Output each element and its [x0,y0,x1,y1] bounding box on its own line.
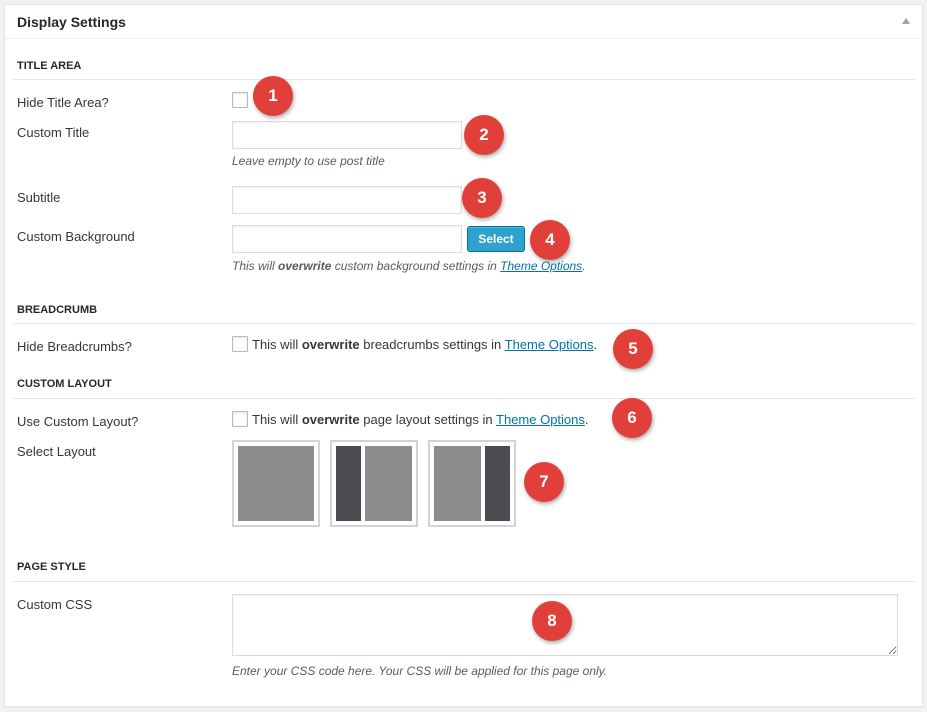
note-text: This will [252,337,302,352]
collapse-arrow-icon[interactable] [902,18,910,24]
use-custom-layout-checkbox[interactable] [232,411,248,427]
annotation-badge: 6 [612,398,652,438]
layout-sidebar-block [485,446,510,521]
section-divider [13,79,915,80]
section-breadcrumb: BREADCRUMB [17,304,98,316]
layout-full-width-option[interactable] [232,440,320,527]
subtitle-label: Subtitle [17,190,61,205]
use-custom-layout-label: Use Custom Layout? [17,414,139,429]
section-divider [13,581,915,582]
theme-options-link[interactable]: Theme Options [505,337,594,352]
note-bold: overwrite [301,337,360,352]
section-title-area: TITLE AREA [17,60,82,72]
layout-content-block [434,446,481,521]
hide-title-area-label: Hide Title Area? [17,95,109,110]
note-text: . [584,412,589,427]
custom-title-label: Custom Title [17,125,90,140]
layout-left-sidebar-option[interactable] [330,440,418,527]
annotation-badge: 7 [524,462,564,502]
annotation-badge: 5 [613,329,653,369]
layout-right-sidebar-option[interactable] [428,440,516,527]
layout-content-block [365,446,412,521]
note-text: . [593,337,598,352]
custom-background-label: Custom Background [17,229,135,244]
custom-css-hint: Enter your CSS code here. Your CSS will … [232,664,608,678]
annotation-badge: 1 [253,76,293,116]
annotation-badge: 3 [462,178,502,218]
hide-breadcrumbs-label: Hide Breadcrumbs? [17,339,132,354]
breadcrumb-note: This will overwrite breadcrumbs settings… [252,337,597,352]
hint-text: This will [232,259,279,273]
panel-title: Display Settings [17,14,126,30]
section-divider [13,398,915,399]
subtitle-input[interactable] [232,186,462,214]
section-divider [13,323,915,324]
hide-title-area-checkbox[interactable] [232,92,248,108]
select-background-button[interactable]: Select [467,226,525,252]
layout-content-block [238,446,314,521]
note-text: page layout settings in [359,412,497,427]
layout-sidebar-block [336,446,361,521]
custom-background-input[interactable] [232,225,462,253]
custom-title-hint: Leave empty to use post title [232,154,385,168]
hint-text: custom background settings in [331,259,501,273]
hint-bold: overwrite [278,259,332,273]
section-custom-layout: CUSTOM LAYOUT [17,378,112,390]
custom-css-label: Custom CSS [17,597,93,612]
section-page-style: PAGE STYLE [17,561,86,573]
hide-breadcrumbs-checkbox[interactable] [232,336,248,352]
annotation-badge: 2 [464,115,504,155]
note-bold: overwrite [301,412,360,427]
note-text: This will [252,412,302,427]
display-settings-panel: Display Settings TITLE AREA Hide Title A… [4,4,923,707]
select-layout-label: Select Layout [17,444,96,459]
panel-header[interactable]: Display Settings [5,5,922,39]
theme-options-link[interactable]: Theme Options [500,259,582,273]
custom-layout-note: This will overwrite page layout settings… [252,412,589,427]
note-text: breadcrumbs settings in [359,337,505,352]
annotation-badge: 8 [532,601,572,641]
custom-title-input[interactable] [232,121,462,149]
annotation-badge: 4 [530,220,570,260]
custom-background-hint: This will overwrite custom background se… [232,259,586,273]
theme-options-link[interactable]: Theme Options [496,412,585,427]
hint-text: . [582,259,586,273]
